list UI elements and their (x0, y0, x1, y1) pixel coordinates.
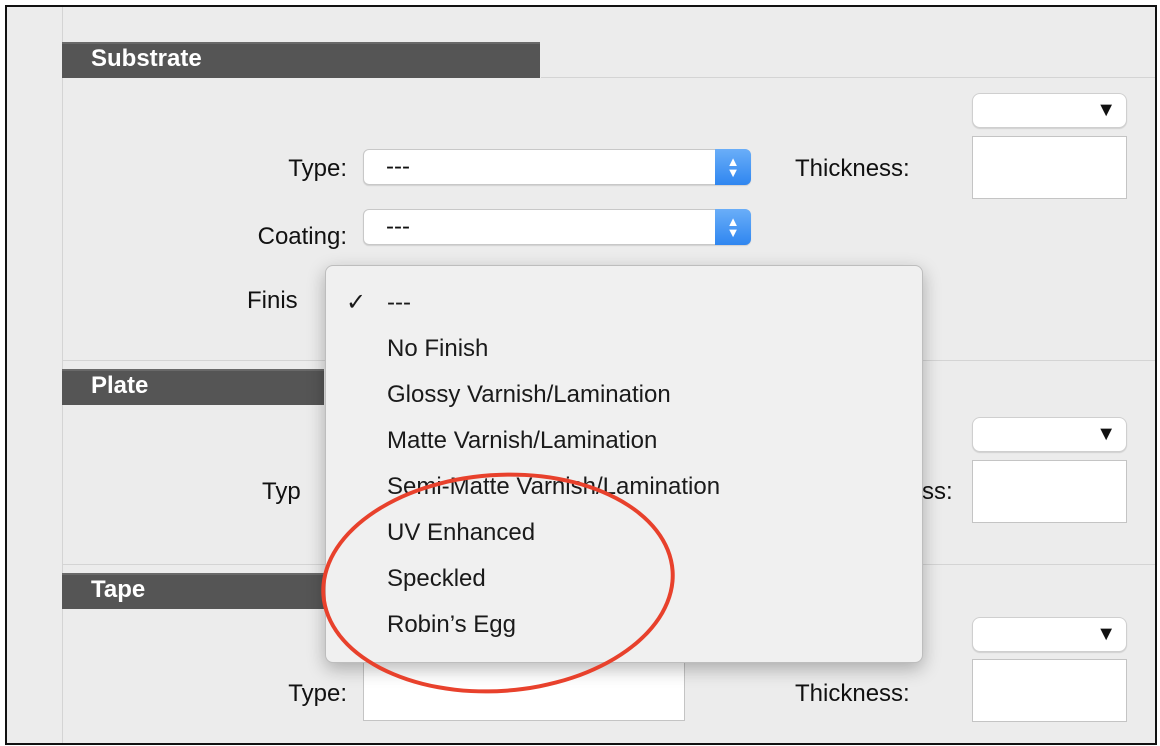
tape-type-label: Type: (288, 680, 347, 707)
up-down-stepper-icon: ▲ ▼ (715, 149, 751, 185)
plate-thickness-unit-dropdown[interactable]: ▼ (972, 417, 1127, 452)
substrate-title: Substrate (91, 45, 202, 72)
substrate-section-header: Substrate (62, 42, 540, 78)
menu-item-no-finish[interactable]: No Finish (326, 326, 920, 372)
substrate-thickness-label: Thickness: (795, 155, 910, 182)
stepper-down-icon: ▼ (726, 165, 740, 180)
plate-type-label: Typ (262, 478, 301, 505)
chevron-down-icon: ▼ (1096, 423, 1116, 445)
tape-section-header: Tape (62, 573, 324, 609)
menu-item-label: No Finish (387, 335, 489, 362)
stepper-down-icon: ▼ (726, 225, 740, 240)
tape-thickness-label: Thickness: (795, 680, 910, 707)
menu-item-matte[interactable]: Matte Varnish/Lamination (326, 418, 920, 464)
tape-title: Tape (91, 576, 146, 603)
substrate-thickness-field[interactable] (972, 136, 1127, 199)
menu-item-none[interactable]: ✓ --- (326, 280, 920, 326)
up-down-stepper-icon: ▲ ▼ (715, 209, 751, 245)
plate-section-header: Plate (62, 369, 324, 405)
substrate-type-label: Type: (288, 155, 347, 182)
checkmark-icon: ✓ (346, 289, 367, 316)
substrate-coating-label: Coating: (257, 223, 347, 250)
menu-item-label: Matte Varnish/Lamination (387, 427, 658, 454)
plate-title: Plate (91, 372, 149, 399)
menu-item-glossy[interactable]: Glossy Varnish/Lamination (326, 372, 920, 418)
chevron-down-icon: ▼ (1096, 623, 1116, 645)
menu-item-label: Glossy Varnish/Lamination (387, 381, 671, 408)
tape-thickness-unit-dropdown[interactable]: ▼ (972, 617, 1127, 652)
substrate-coating-value: --- (386, 213, 410, 240)
plate-thickness-field[interactable] (972, 460, 1127, 523)
tape-thickness-field[interactable] (972, 659, 1127, 722)
substrate-finish-label: Finis (247, 287, 298, 314)
substrate-coating-popup[interactable]: --- ▲ ▼ (363, 209, 751, 245)
menu-item-label: --- (387, 289, 411, 316)
substrate-thickness-unit-dropdown[interactable]: ▼ (972, 93, 1127, 128)
substrate-divider (541, 77, 1155, 78)
substrate-type-value: --- (386, 153, 410, 180)
plate-thickness-label: ss: (922, 478, 953, 505)
chevron-down-icon: ▼ (1096, 99, 1116, 121)
form-window: Substrate ▼ Type: --- ▲ ▼ Thickness: Coa… (5, 5, 1157, 745)
substrate-type-popup[interactable]: --- ▲ ▼ (363, 149, 751, 185)
